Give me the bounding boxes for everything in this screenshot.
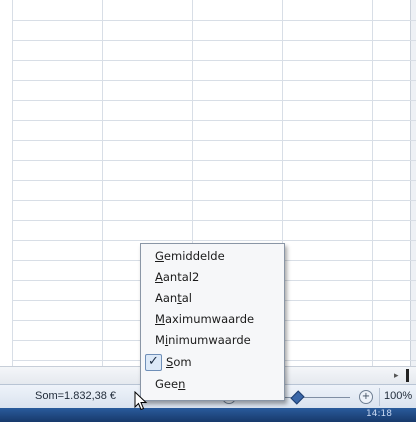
taskbar-clock: 14:18 [366,409,392,419]
row-divider [12,120,416,121]
row-divider [12,20,416,21]
mouse-cursor-icon [134,391,148,411]
split-handle[interactable] [406,369,409,382]
scroll-right-arrow-icon[interactable]: ▸ [394,371,399,381]
column-divider [102,0,103,368]
menu-item-maximumwaarde[interactable]: Maximumwaarde [141,310,284,329]
menu-item-som[interactable]: ✓ Som [141,353,284,372]
row-divider [12,40,416,41]
row-divider [12,100,416,101]
divider [379,388,380,406]
menu-item-minimumwaarde[interactable]: Minimumwaarde [141,331,284,350]
row-divider [12,240,416,241]
row-divider [12,80,416,81]
zoom-in-button[interactable]: + [359,390,373,404]
row-divider [12,180,416,181]
menu-item-aantal[interactable]: Aantal [141,289,284,308]
taskbar: 14:18 [0,408,416,422]
menu-item-gemiddelde[interactable]: Gemiddelde [141,247,284,266]
zoom-level[interactable]: 100% [384,390,412,402]
row-divider [12,140,416,141]
zoom-slider-thumb[interactable] [290,390,305,405]
column-divider [372,0,373,368]
row-divider [12,60,416,61]
row-divider [12,160,416,161]
vertical-scrollbar[interactable] [410,0,416,368]
column-divider [12,0,13,368]
status-bar-context-menu: Gemiddelde Aantal2 Aantal Maximumwaarde … [140,243,285,401]
menu-item-geen[interactable]: Geen [141,375,284,394]
sum-readout[interactable]: Som=1.832,38 € [35,390,116,402]
menu-item-aantal2[interactable]: Aantal2 [141,268,284,287]
check-icon: ✓ [145,354,162,371]
row-divider [12,200,416,201]
row-divider [12,220,416,221]
